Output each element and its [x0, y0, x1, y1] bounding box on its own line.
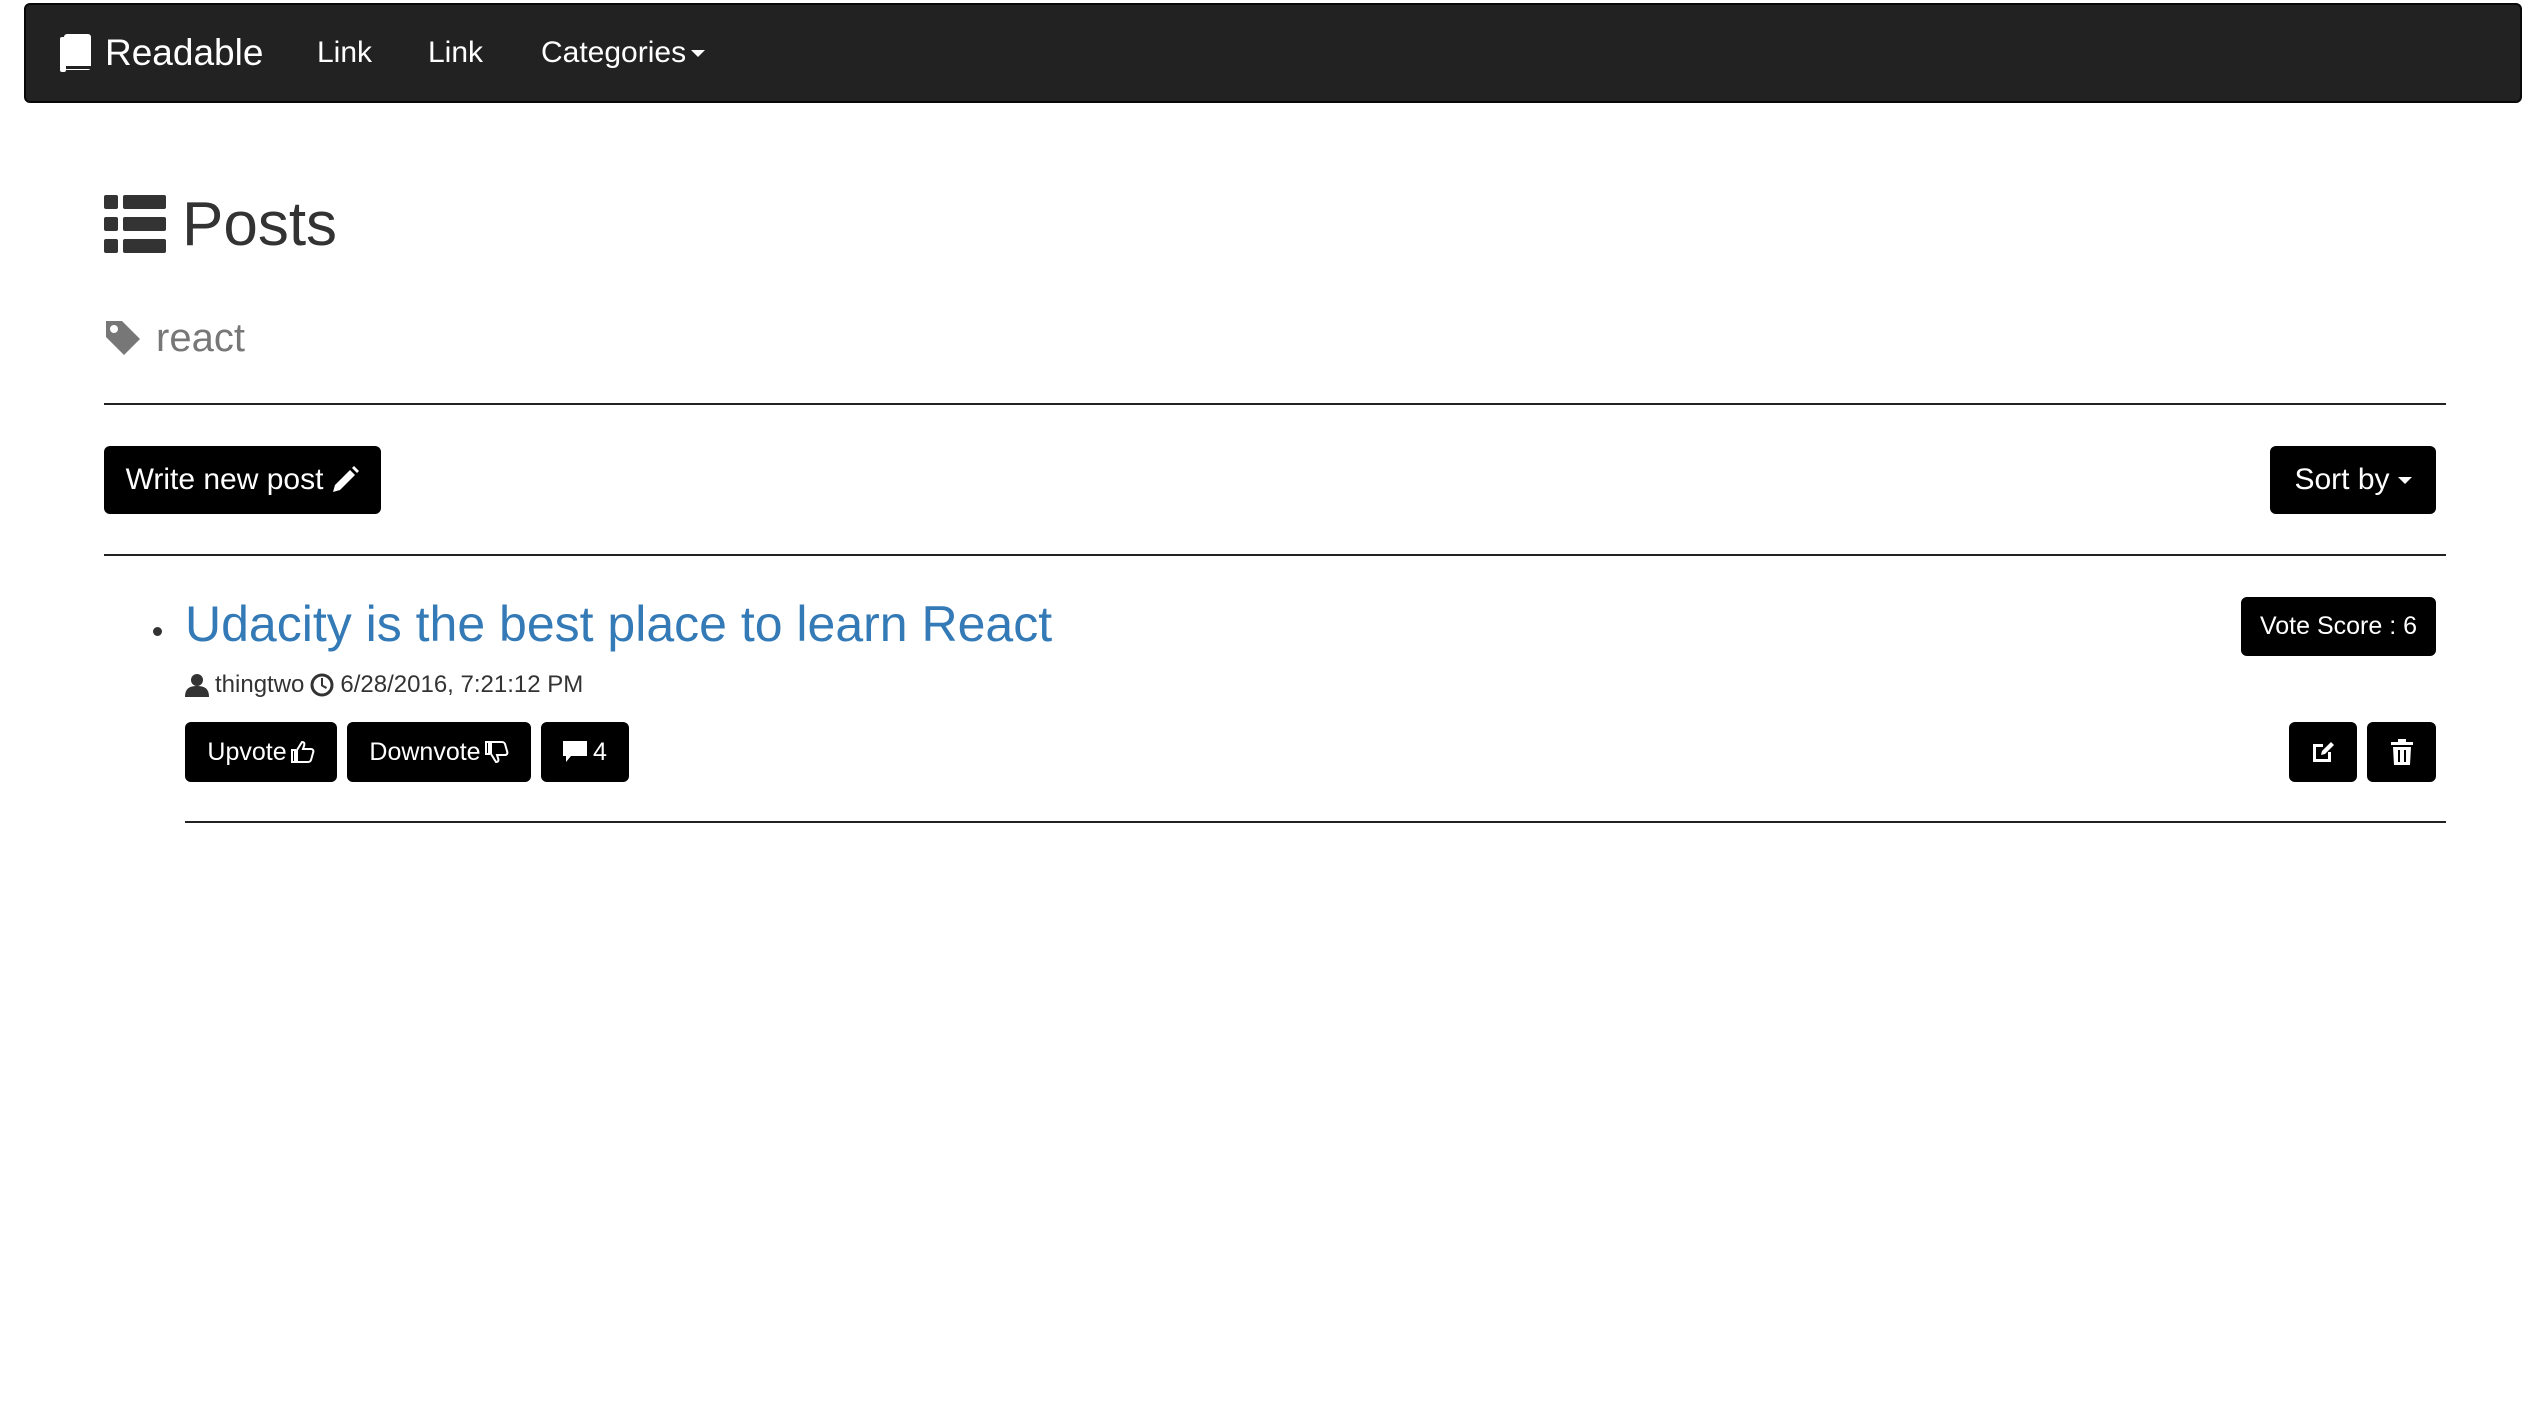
sort-by-dropdown[interactable]: Sort by	[2270, 446, 2436, 514]
category-heading: react	[104, 314, 245, 362]
post-divider	[185, 821, 2446, 823]
post-meta: thingtwo 6/28/2016, 7:21:12 PM	[185, 668, 583, 702]
caret-down-icon	[2397, 476, 2412, 484]
write-new-post-label: Write new post	[125, 463, 324, 496]
categories-dropdown[interactable]: Categories	[541, 5, 706, 101]
nav-link-2[interactable]: Link	[428, 5, 483, 101]
categories-label: Categories	[541, 36, 687, 69]
caret-down-icon	[691, 49, 706, 57]
comment-count: 4	[593, 737, 607, 766]
tag-icon	[106, 321, 140, 355]
upvote-label: Upvote	[207, 737, 287, 766]
divider-middle	[104, 554, 2446, 556]
brand-link[interactable]: Readable	[60, 5, 263, 101]
sort-by-label: Sort by	[2294, 463, 2390, 496]
thumbs-down-icon	[484, 741, 508, 764]
book-icon	[60, 34, 91, 72]
vote-score-label: Vote Score : 6	[2259, 612, 2418, 640]
clock-icon	[310, 673, 334, 697]
delete-post-button[interactable]	[2367, 722, 2436, 782]
thumbs-up-icon	[290, 740, 314, 763]
pencil-icon	[333, 466, 360, 492]
edit-post-button[interactable]	[2289, 722, 2357, 782]
comments-button[interactable]: 4	[541, 722, 629, 782]
page-title-text: Posts	[182, 189, 338, 259]
downvote-label: Downvote	[369, 737, 481, 766]
page-title: Posts	[104, 188, 337, 260]
upvote-button[interactable]: Upvote	[185, 722, 337, 782]
navbar: Readable Link Link Categories	[24, 3, 2522, 103]
user-icon	[185, 674, 209, 697]
divider-top	[104, 403, 2446, 405]
post-timestamp: 6/28/2016, 7:21:12 PM	[340, 671, 584, 698]
downvote-button[interactable]: Downvote	[347, 722, 531, 782]
nav-link-1[interactable]: Link	[317, 5, 372, 101]
vote-score-badge: Vote Score : 6	[2241, 597, 2436, 656]
trash-icon	[2390, 739, 2413, 765]
comment-icon	[563, 741, 588, 762]
edit-icon	[2313, 742, 2334, 762]
list-icon	[104, 195, 166, 253]
brand-label: Readable	[105, 32, 264, 73]
post-title-link[interactable]: Udacity is the best place to learn React	[185, 590, 1052, 658]
write-new-post-button[interactable]: Write new post	[104, 446, 381, 514]
category-label: react	[156, 315, 245, 360]
post-author: thingtwo	[215, 671, 305, 698]
list-bullet	[153, 627, 162, 636]
